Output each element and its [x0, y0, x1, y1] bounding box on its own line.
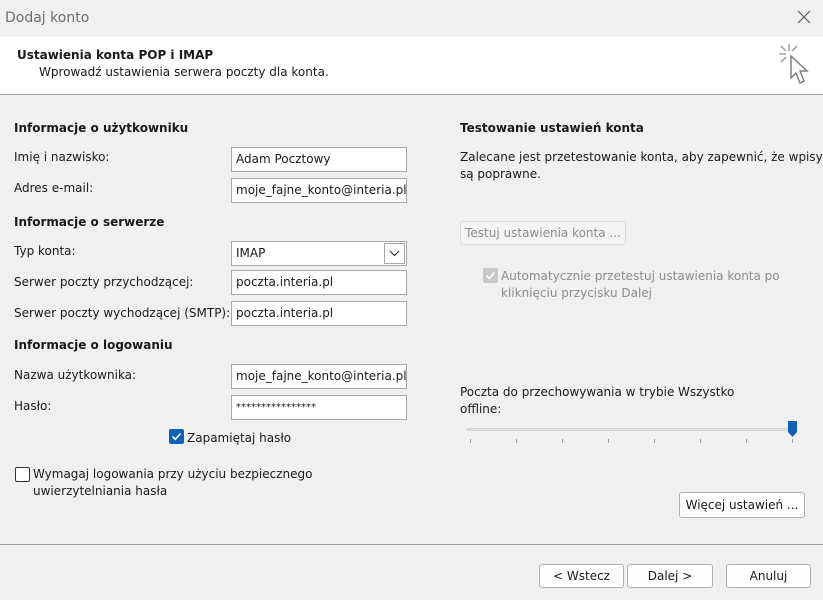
- wizard-cursor-icon: [777, 42, 813, 92]
- next-button[interactable]: Dalej >: [627, 564, 713, 588]
- slider-thumb-icon[interactable]: [788, 421, 797, 437]
- offline-mail-label-line1: Poczta do przechowywania w trybie: [460, 385, 675, 399]
- email-field[interactable]: moje_fajne_konto@interia.pl: [231, 178, 407, 203]
- page-subtitle: Wprowadź ustawienia serwera poczty dla k…: [39, 65, 329, 79]
- checkmark-icon: [171, 432, 182, 441]
- footer-divider: [0, 544, 823, 545]
- checkmark-icon: [485, 271, 496, 280]
- username-field[interactable]: moje_fajne_konto@interia.pl: [231, 364, 407, 389]
- outgoing-server-field[interactable]: poczta.interia.pl: [231, 301, 407, 326]
- slider-tick: [654, 439, 655, 443]
- auto-test-label-line1[interactable]: Automatycznie przetestuj ustawienia kont…: [501, 269, 780, 283]
- email-label: Adres e-mail:: [14, 181, 94, 195]
- window-title: Dodaj konto: [5, 10, 90, 26]
- slider-tick: [470, 439, 471, 443]
- slider-tick: [700, 439, 701, 443]
- account-type-select[interactable]: IMAP: [231, 241, 407, 266]
- incoming-server-label: Serwer poczty przychodzącej:: [14, 275, 194, 289]
- page-header: Ustawienia konta POP i IMAP Wprowadź ust…: [0, 37, 823, 95]
- offline-mail-label-line2: offline:: [460, 402, 502, 416]
- incoming-server-field[interactable]: poczta.interia.pl: [231, 270, 407, 295]
- offline-mail-value: Wszystko: [678, 385, 735, 399]
- test-settings-desc-line1: Zalecane jest przetestowanie konta, aby …: [460, 150, 823, 164]
- outgoing-server-label: Serwer poczty wychodzącej (SMTP):: [14, 306, 231, 320]
- test-account-settings-button[interactable]: Testuj ustawienia konta ...: [460, 221, 626, 245]
- password-field[interactable]: ****************: [231, 395, 407, 420]
- slider-tick: [792, 439, 793, 443]
- remember-password-label[interactable]: Zapamiętaj hasło: [187, 431, 291, 445]
- slider-tick: [608, 439, 609, 443]
- chevron-down-icon[interactable]: [384, 243, 405, 264]
- back-button[interactable]: < Wstecz: [539, 564, 624, 588]
- offline-mail-slider[interactable]: [467, 428, 795, 431]
- more-settings-button[interactable]: Więcej ustawień ...: [679, 492, 805, 518]
- server-info-heading: Informacje o serwerze: [14, 215, 165, 229]
- name-label: Imię i nazwisko:: [14, 150, 110, 164]
- secure-auth-label-line2[interactable]: uwierzytelniania hasła: [33, 484, 167, 498]
- secure-auth-label-line1[interactable]: Wymagaj logowania przy użyciu bezpieczne…: [33, 467, 312, 481]
- auto-test-label-line2[interactable]: kliknięciu przycisku Dalej: [501, 286, 652, 300]
- title-bar: Dodaj konto: [0, 0, 823, 37]
- auto-test-checkbox[interactable]: [483, 268, 498, 283]
- slider-tick: [562, 439, 563, 443]
- page-title: Ustawienia konta POP i IMAP: [17, 48, 214, 62]
- remember-password-checkbox[interactable]: [169, 429, 184, 444]
- test-settings-heading: Testowanie ustawień konta: [460, 121, 644, 135]
- account-type-label: Typ konta:: [14, 244, 76, 258]
- slider-tick: [516, 439, 517, 443]
- login-info-heading: Informacje o logowaniu: [14, 338, 173, 352]
- slider-tick: [746, 439, 747, 443]
- account-type-value: IMAP: [236, 246, 266, 260]
- test-settings-desc-line2: są poprawne.: [460, 167, 541, 181]
- username-label: Nazwa użytkownika:: [14, 368, 137, 382]
- cancel-button[interactable]: Anuluj: [726, 564, 811, 588]
- password-label: Hasło:: [14, 399, 52, 413]
- close-icon[interactable]: [796, 9, 812, 25]
- secure-auth-checkbox[interactable]: [15, 467, 30, 482]
- name-field[interactable]: Adam Pocztowy: [231, 147, 407, 172]
- user-info-heading: Informacje o użytkowniku: [14, 121, 189, 135]
